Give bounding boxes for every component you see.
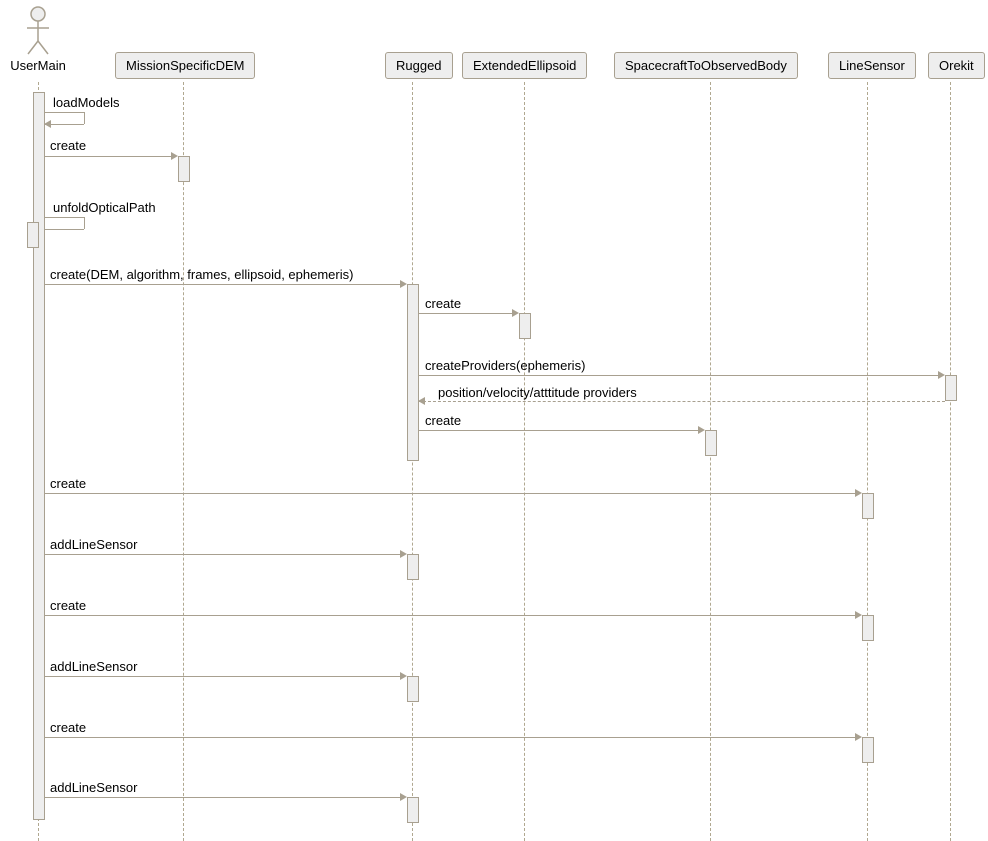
activation-usermain-nested: [27, 222, 39, 248]
msg-create-ls3: create: [50, 720, 86, 735]
msg-add-ls1: addLineSensor: [50, 537, 137, 552]
participant-mission-specific-dem: MissionSpecificDEM: [115, 52, 255, 79]
msg-create-ee: create: [425, 296, 461, 311]
lifeline-extended-ellipsoid: [524, 82, 525, 841]
msg-unfold-optical-path: unfoldOpticalPath: [53, 200, 156, 215]
activation-rugged-create: [407, 284, 419, 461]
msg-create-ls1: create: [50, 476, 86, 491]
lifeline-rugged: [412, 82, 413, 841]
lifeline-orekit: [950, 82, 951, 841]
participant-extended-ellipsoid: ExtendedEllipsoid: [462, 52, 587, 79]
activation-mission-specific-dem: [178, 156, 190, 182]
activation-rugged-add3: [407, 797, 419, 823]
msg-add-ls3: addLineSensor: [50, 780, 137, 795]
activation-usermain-main: [33, 92, 45, 820]
participant-spacecraft-to-observed-body: SpacecraftToObservedBody: [614, 52, 798, 79]
msg-create-stob: create: [425, 413, 461, 428]
msg-create-dem: create: [50, 138, 86, 153]
msg-create-rugged: create(DEM, algorithm, frames, ellipsoid…: [50, 267, 353, 282]
msg-providers-return: position/velocity/atttitude providers: [438, 385, 637, 400]
participant-orekit: Orekit: [928, 52, 985, 79]
msg-create-providers: createProviders(ephemeris): [425, 358, 585, 373]
activation-extended-ellipsoid: [519, 313, 531, 339]
activation-rugged-add2: [407, 676, 419, 702]
participant-line-sensor: LineSensor: [828, 52, 916, 79]
msg-create-ls2: create: [50, 598, 86, 613]
msg-load-models: loadModels: [53, 95, 120, 110]
activation-orekit: [945, 375, 957, 401]
lifeline-line-sensor: [867, 82, 868, 841]
lifeline-mission-specific-dem: [183, 82, 184, 841]
activation-line-sensor-2: [862, 615, 874, 641]
activation-line-sensor-3: [862, 737, 874, 763]
usermain-label: UserMain: [8, 58, 68, 73]
msg-add-ls2: addLineSensor: [50, 659, 137, 674]
participant-rugged: Rugged: [385, 52, 453, 79]
usermain-actor-icon: [23, 6, 53, 56]
activation-rugged-add1: [407, 554, 419, 580]
activation-spacecraft-to-observed-body: [705, 430, 717, 456]
lifeline-spacecraft-to-observed-body: [710, 82, 711, 841]
activation-line-sensor-1: [862, 493, 874, 519]
